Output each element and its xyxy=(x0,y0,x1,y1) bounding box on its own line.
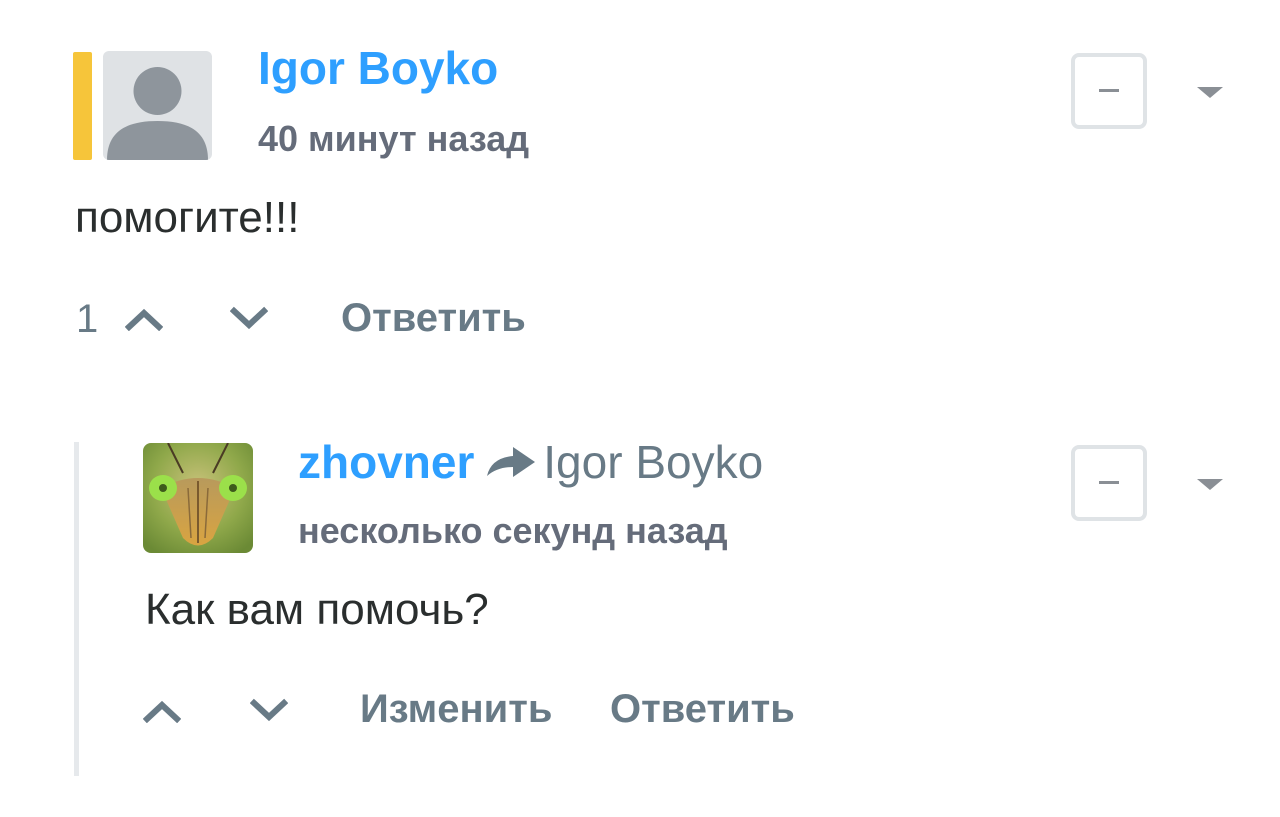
downvote-icon[interactable] xyxy=(229,305,269,331)
reply-button[interactable]: Ответить xyxy=(610,687,795,732)
comment-author-link[interactable]: Igor Boyko xyxy=(258,41,498,95)
vote-count: 1 xyxy=(76,297,99,341)
comment-timestamp-link[interactable]: 40 минут назад xyxy=(258,118,529,160)
reply-header: zhovner Igor Boyko xyxy=(298,435,763,489)
comment-body: помогите!!! xyxy=(75,193,300,242)
thread-line xyxy=(74,442,79,776)
new-comment-indicator xyxy=(73,52,92,160)
edit-button[interactable]: Изменить xyxy=(360,687,552,732)
reply-arrow-icon xyxy=(479,447,543,482)
downvote-icon[interactable] xyxy=(249,697,289,723)
comment-timestamp-link[interactable]: несколько секунд назад xyxy=(298,510,728,552)
upvote-icon[interactable] xyxy=(124,305,164,332)
comment-menu-chevron-icon[interactable] xyxy=(1196,84,1224,100)
collapse-button[interactable] xyxy=(1071,445,1147,521)
upvote-icon[interactable] xyxy=(142,697,182,724)
reply-button[interactable]: Ответить xyxy=(341,296,526,341)
parent-author-link[interactable]: Igor Boyko xyxy=(543,436,763,488)
mantis-avatar-image[interactable] xyxy=(143,443,253,553)
collapse-button[interactable] xyxy=(1071,53,1147,129)
comment-author-link[interactable]: zhovner xyxy=(298,436,474,488)
user-silhouette-icon xyxy=(107,67,208,160)
comment-menu-chevron-icon[interactable] xyxy=(1196,476,1224,492)
comment-body: Как вам помочь? xyxy=(145,585,489,634)
default-avatar-icon[interactable] xyxy=(103,51,212,160)
